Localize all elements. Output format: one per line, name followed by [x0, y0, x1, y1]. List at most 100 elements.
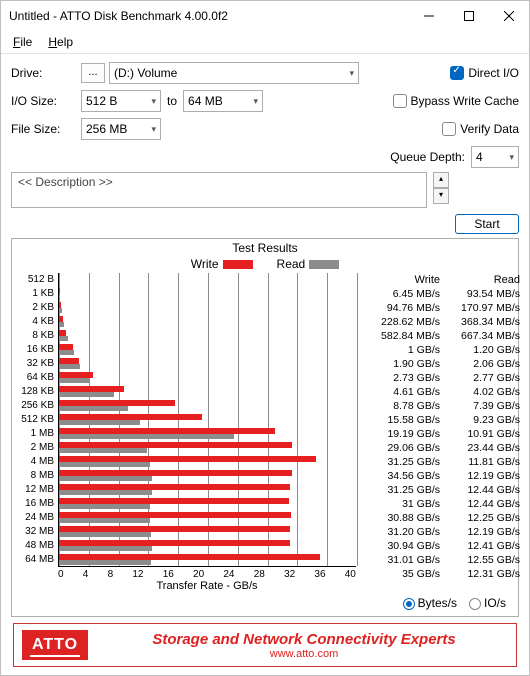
queue-depth-select[interactable]: 4▾	[471, 146, 519, 168]
read-bar	[59, 504, 150, 509]
data-row: 1.90 GB/s2.06 GB/s	[360, 357, 520, 371]
read-bar	[59, 350, 74, 355]
verify-checkbox[interactable]	[442, 122, 456, 136]
y-tick-label: 256 KB	[16, 399, 56, 413]
io-from-select[interactable]: 512 B▾	[81, 90, 161, 112]
bar-pair	[59, 525, 356, 539]
read-value: 12.44 GB/s	[440, 483, 520, 497]
read-value: 12.25 GB/s	[440, 511, 520, 525]
write-value: 582.84 MB/s	[360, 329, 440, 343]
footer-banner[interactable]: ATTO Storage and Network Connectivity Ex…	[13, 623, 517, 667]
y-tick-label: 1 MB	[16, 427, 56, 441]
write-value: 15.58 GB/s	[360, 413, 440, 427]
footer-line2: www.atto.com	[100, 648, 508, 660]
drive-label: Drive:	[11, 66, 81, 80]
read-bar	[59, 392, 114, 397]
verify-label: Verify Data	[460, 122, 519, 136]
data-row: 2.73 GB/s2.77 GB/s	[360, 371, 520, 385]
bytes-radio[interactable]	[403, 598, 415, 610]
results-title: Test Results	[16, 241, 514, 255]
data-row: 582.84 MB/s667.34 MB/s	[360, 329, 520, 343]
bar-pair	[59, 539, 356, 553]
io-size-label: I/O Size:	[11, 94, 81, 108]
x-tick-label: 28	[254, 569, 265, 580]
data-row: 6.45 MB/s93.54 MB/s	[360, 287, 520, 301]
bypass-checkbox[interactable]	[393, 94, 407, 108]
y-tick-label: 16 MB	[16, 497, 56, 511]
write-value: 31 GB/s	[360, 497, 440, 511]
spin-up-icon[interactable]: ▴	[433, 172, 449, 188]
maximize-button[interactable]	[449, 1, 489, 31]
read-bar	[59, 462, 150, 467]
spin-down-icon[interactable]: ▾	[433, 188, 449, 204]
y-tick-label: 512 KB	[16, 413, 56, 427]
bar-pair	[59, 427, 356, 441]
read-value: 170.97 MB/s	[440, 301, 520, 315]
description-input[interactable]: << Description >>	[11, 172, 427, 208]
write-value: 34.56 GB/s	[360, 469, 440, 483]
read-value: 368.34 MB/s	[440, 315, 520, 329]
bytes-label: Bytes/s	[418, 596, 457, 610]
bar-pair	[59, 273, 356, 287]
bar-pair	[59, 413, 356, 427]
ios-radio[interactable]	[469, 598, 481, 610]
bar-pair	[59, 441, 356, 455]
direct-io-label: Direct I/O	[468, 66, 519, 80]
write-value: 30.94 GB/s	[360, 539, 440, 553]
read-bar	[59, 532, 151, 537]
file-size-select[interactable]: 256 MB▾	[81, 118, 161, 140]
read-value: 23.44 GB/s	[440, 441, 520, 455]
data-row: 1 GB/s1.20 GB/s	[360, 343, 520, 357]
write-value: 1.90 GB/s	[360, 357, 440, 371]
write-value: 35 GB/s	[360, 567, 440, 581]
write-value: 31.25 GB/s	[360, 483, 440, 497]
read-value: 12.31 GB/s	[440, 567, 520, 581]
read-swatch-icon	[309, 260, 339, 269]
bar-pair	[59, 483, 356, 497]
menu-file[interactable]: File	[7, 33, 38, 51]
legend-write-label: Write	[191, 257, 219, 271]
read-value: 93.54 MB/s	[440, 287, 520, 301]
drive-select[interactable]: (D:) Volume▾	[109, 62, 359, 84]
read-value: 12.19 GB/s	[440, 469, 520, 483]
queue-depth-label: Queue Depth:	[390, 150, 465, 164]
x-tick-label: 36	[314, 569, 325, 580]
read-value: 1.20 GB/s	[440, 343, 520, 357]
y-tick-label: 32 MB	[16, 525, 56, 539]
write-value: 31.20 GB/s	[360, 525, 440, 539]
x-tick-label: 24	[223, 569, 234, 580]
read-value: 12.41 GB/s	[440, 539, 520, 553]
direct-io-checkbox[interactable]	[450, 66, 464, 80]
close-button[interactable]	[489, 1, 529, 31]
read-bar	[59, 406, 128, 411]
bypass-label: Bypass Write Cache	[411, 94, 520, 108]
io-to-select[interactable]: 64 MB▾	[183, 90, 263, 112]
start-button[interactable]: Start	[455, 214, 519, 234]
write-value: 8.78 GB/s	[360, 399, 440, 413]
description-spin[interactable]: ▴▾	[433, 172, 449, 204]
read-bar	[59, 378, 89, 383]
data-row: 8.78 GB/s7.39 GB/s	[360, 399, 520, 413]
read-bar	[59, 476, 152, 481]
menu-help[interactable]: Help	[42, 33, 79, 51]
x-tick-label: 20	[193, 569, 204, 580]
read-value: 9.23 GB/s	[440, 413, 520, 427]
read-bar	[59, 280, 60, 285]
y-tick-label: 1 KB	[16, 287, 56, 301]
x-tick-label: 40	[345, 569, 356, 580]
col-write-header: Write	[360, 273, 440, 287]
y-tick-label: 4 KB	[16, 315, 56, 329]
y-tick-label: 8 MB	[16, 469, 56, 483]
read-value: 7.39 GB/s	[440, 399, 520, 413]
file-size-label: File Size:	[11, 122, 81, 136]
data-row: 4.61 GB/s4.02 GB/s	[360, 385, 520, 399]
atto-logo: ATTO	[22, 630, 88, 660]
bar-pair	[59, 455, 356, 469]
minimize-button[interactable]	[409, 1, 449, 31]
read-bar	[59, 322, 64, 327]
drive-browse-button[interactable]: ...	[81, 63, 105, 83]
x-tick-label: 32	[284, 569, 295, 580]
data-row: 34.56 GB/s12.19 GB/s	[360, 469, 520, 483]
window-title: Untitled - ATTO Disk Benchmark 4.00.0f2	[9, 9, 409, 23]
write-value: 2.73 GB/s	[360, 371, 440, 385]
